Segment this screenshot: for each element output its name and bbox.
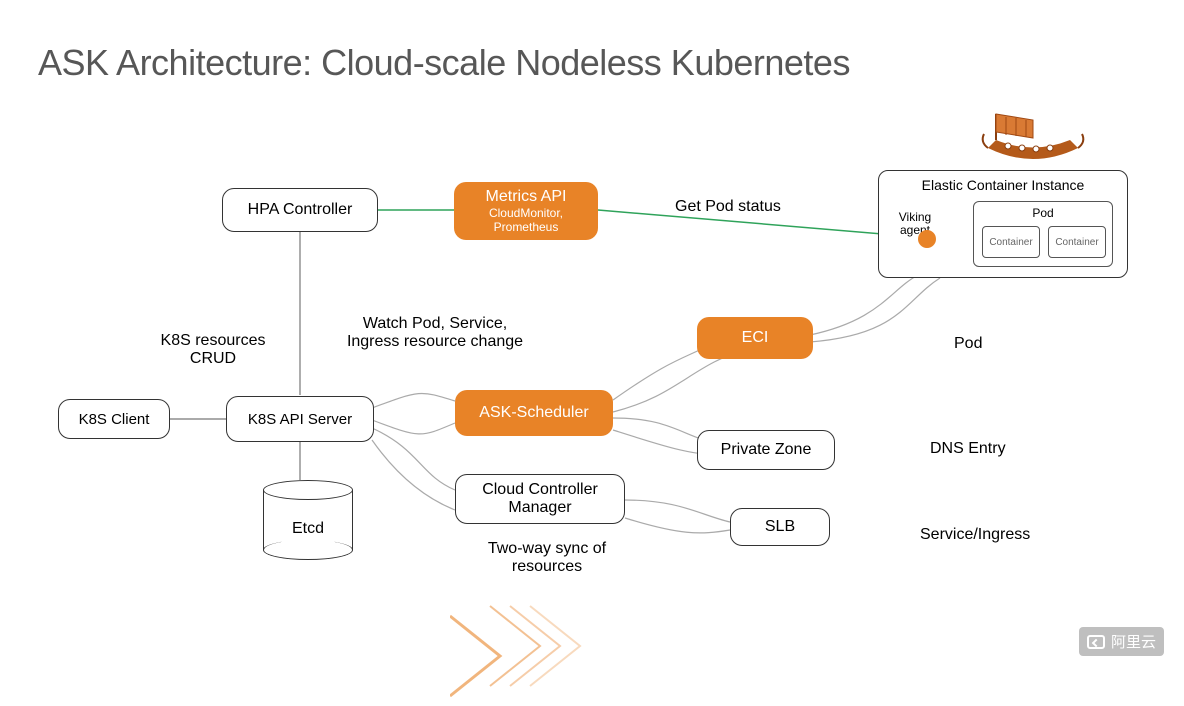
eci-node: ECI: [697, 317, 813, 359]
private-zone-node: Private Zone: [697, 430, 835, 470]
brand-logo: 阿里云: [1079, 627, 1164, 656]
metrics-sub: CloudMonitor, Prometheus: [489, 206, 563, 235]
pod-group: Pod Container Container: [973, 201, 1113, 267]
label-two-way-sync: Two-way sync of resources: [462, 540, 632, 576]
metrics-api-node: Metrics API CloudMonitor, Prometheus: [454, 182, 598, 240]
brand-text: 阿里云: [1111, 631, 1156, 652]
eci-group-title: Elastic Container Instance: [879, 177, 1127, 193]
label-service-ingress: Service/Ingress: [920, 526, 1030, 544]
label-get-pod-status: Get Pod status: [675, 198, 781, 216]
viking-agent-icon: [918, 230, 936, 248]
slb-node: SLB: [730, 508, 830, 546]
label-k8s-crud: K8S resources CRUD: [138, 332, 288, 368]
etcd-node: Etcd: [263, 480, 353, 560]
hpa-controller-node: HPA Controller: [222, 188, 378, 232]
label-pod: Pod: [954, 335, 982, 353]
k8s-api-server-node: K8S API Server: [226, 396, 374, 442]
container-1: Container: [982, 226, 1040, 258]
container-2: Container: [1048, 226, 1106, 258]
cloud-controller-manager-node: Cloud Controller Manager: [455, 474, 625, 524]
viking-ship-icon: [978, 100, 1088, 168]
metrics-title: Metrics API: [486, 188, 567, 206]
ask-scheduler-node: ASK-Scheduler: [455, 390, 613, 436]
label-watch-resource: Watch Pod, Service, Ingress resource cha…: [320, 315, 550, 351]
k8s-client-node: K8S Client: [58, 399, 170, 439]
label-dns-entry: DNS Entry: [930, 440, 1006, 458]
pod-title: Pod: [974, 206, 1112, 220]
elastic-container-instance-group: Elastic Container Instance Viking agent …: [878, 170, 1128, 278]
brand-icon: [1087, 635, 1105, 649]
etcd-label: Etcd: [263, 520, 353, 538]
